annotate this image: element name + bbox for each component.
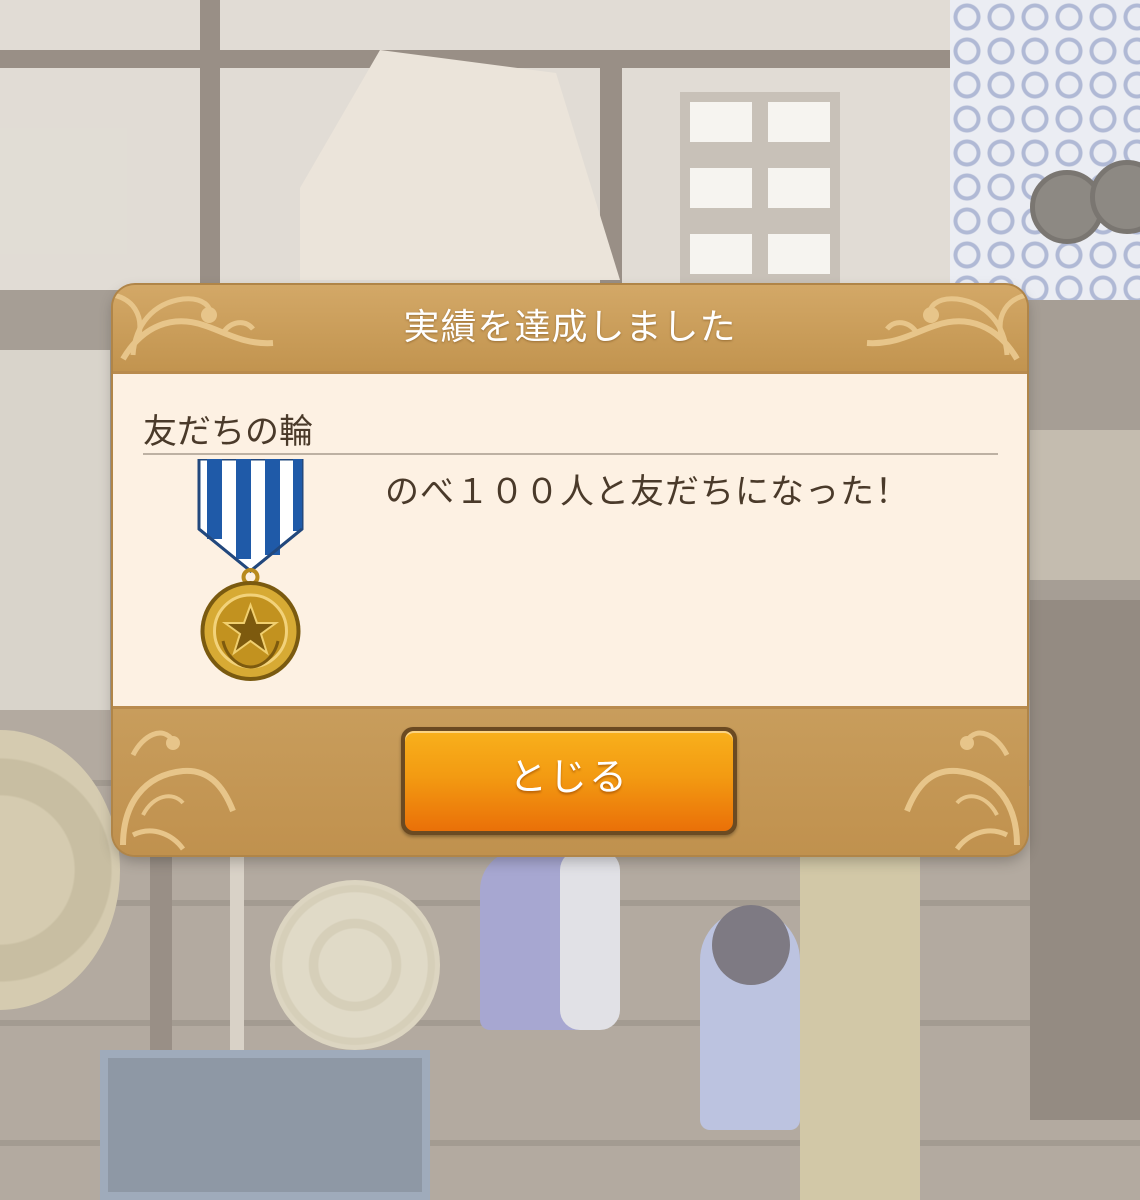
game-screen: 実績を達成しました 友だちの輪 のべ１００人と友だちになった！ とじる bbox=[0, 0, 1140, 1200]
dialog-title: 実績を達成しました bbox=[403, 307, 737, 348]
ornament-icon bbox=[120, 730, 236, 851]
close-button-label: とじる bbox=[508, 755, 629, 799]
medal-icon bbox=[197, 459, 304, 681]
dialog-body: 友だちの輪 のべ１００人と友だちになった！ bbox=[113, 371, 1027, 709]
close-button[interactable]: とじる bbox=[401, 727, 737, 835]
achievement-dialog: 実績を達成しました 友だちの輪 のべ１００人と友だちになった！ とじる bbox=[113, 285, 1027, 855]
achievement-name: 友だちの輪 bbox=[143, 412, 313, 452]
ornament-icon bbox=[904, 730, 1020, 851]
divider bbox=[143, 453, 998, 455]
achievement-description: のべ１００人と友だちになった！ bbox=[385, 472, 910, 512]
